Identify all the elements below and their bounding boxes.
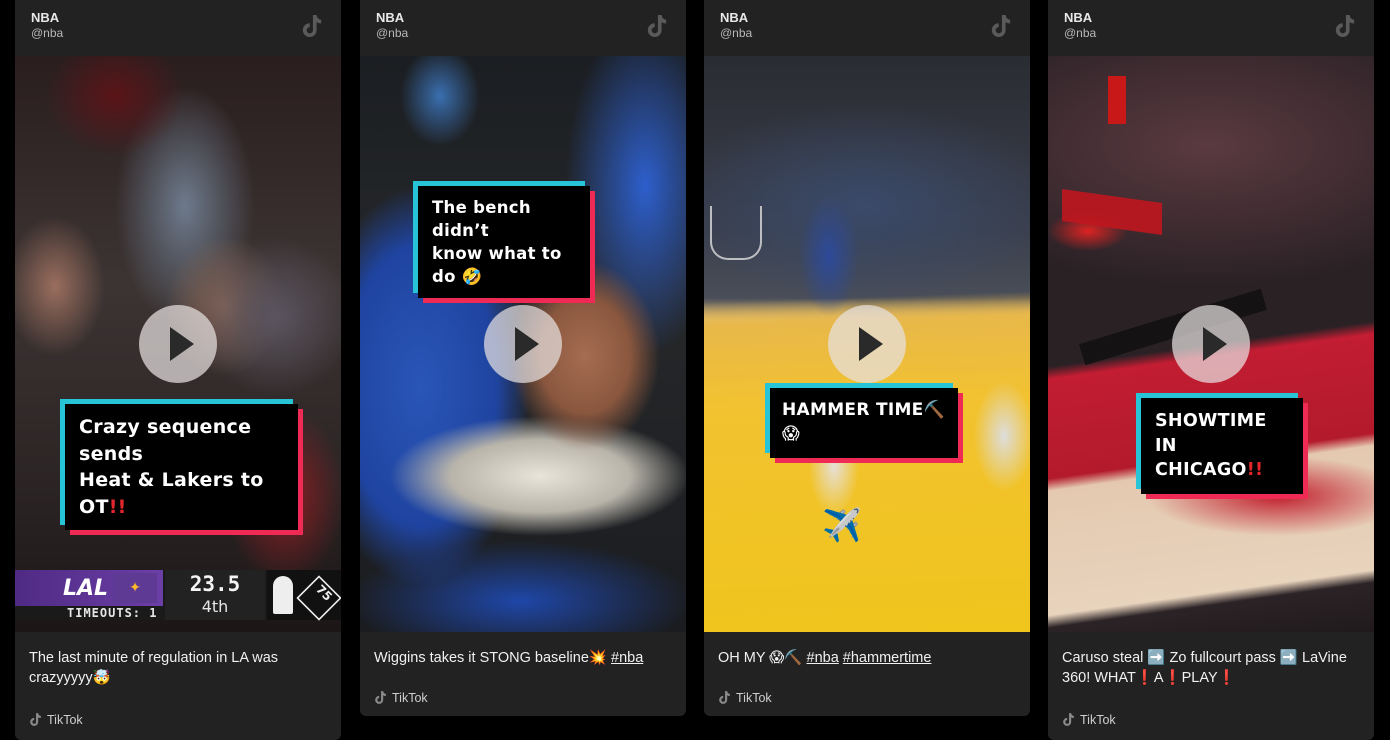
source-link[interactable]: TikTok xyxy=(29,712,83,727)
author-handle[interactable]: @nba xyxy=(720,26,752,40)
basketball-hoop xyxy=(710,206,762,260)
nba-75-logo-icon xyxy=(273,576,293,614)
video-caption: Wiggins takes it STONG baseline💥 #nba xyxy=(374,650,644,666)
play-button[interactable] xyxy=(828,305,906,383)
lakers-logo-icon: ✦ xyxy=(113,573,157,603)
tiktok-logo-icon[interactable] xyxy=(301,13,323,39)
scoreboard: LAL ✦ TIMEOUTS: 1 23.5 4th 75 xyxy=(15,570,341,621)
caption-overlay: HAMMER TIME⛏️ 😱 xyxy=(770,388,958,458)
tiktok-logo-icon xyxy=(29,712,42,727)
card-header: NBA @nba xyxy=(1048,0,1374,56)
hashtag-link[interactable]: #nba xyxy=(807,650,839,666)
author-handle[interactable]: @nba xyxy=(31,26,63,40)
author-name[interactable]: NBA xyxy=(1064,10,1092,25)
tiktok-logo-icon xyxy=(718,690,731,705)
video-caption: Caruso steal ➡️ Zo fullcourt pass ➡️ LaV… xyxy=(1062,650,1347,686)
video-player[interactable]: 112 - 112 Crazy sequence sends Heat & La… xyxy=(15,56,341,632)
video-player[interactable]: The bench didn’t know what to do 🤣 xyxy=(360,56,686,632)
video-caption: OH MY 😱⛏️ #nba #hammertime xyxy=(718,650,932,666)
game-period: 4th xyxy=(201,597,229,616)
tiktok-logo-icon xyxy=(1062,712,1075,727)
source-link[interactable]: TikTok xyxy=(374,690,428,705)
source-link[interactable]: TikTok xyxy=(718,690,772,705)
author-name[interactable]: NBA xyxy=(720,10,748,25)
author-name[interactable]: NBA xyxy=(376,10,404,25)
game-clock: 23.5 xyxy=(189,572,241,596)
play-button[interactable] xyxy=(1172,305,1250,383)
author-handle[interactable]: @nba xyxy=(376,26,408,40)
tiktok-logo-icon[interactable] xyxy=(990,13,1012,39)
card-header: NBA @nba xyxy=(360,0,686,56)
caption-overlay: Crazy sequence sends Heat & Lakers to OT… xyxy=(65,404,298,531)
shot-clock xyxy=(1108,76,1126,124)
caption-overlay: SHOWTIME IN CHICAGO!! xyxy=(1141,398,1303,494)
timeouts-label: TIMEOUTS: 1 xyxy=(67,606,158,620)
source-link[interactable]: TikTok xyxy=(1062,712,1116,727)
video-caption: The last minute of regulation in LA was … xyxy=(29,650,279,686)
video-card[interactable]: NBA @nba 112 - 112 Crazy sequence sends … xyxy=(15,0,341,740)
hashtag-link[interactable]: #hammertime xyxy=(843,650,932,666)
video-card[interactable]: NBA @nba HAMMER TIME⛏️ 😱 ✈️ OH MY 😱⛏️ #n… xyxy=(704,0,1030,716)
video-card[interactable]: NBA @nba The bench didn’t know what to d… xyxy=(360,0,686,716)
tiktok-logo-icon[interactable] xyxy=(646,13,668,39)
author-name[interactable]: NBA xyxy=(31,10,59,25)
play-button[interactable] xyxy=(139,305,217,383)
video-card[interactable]: NBA @nba SHOWTIME IN CHICAGO!! Caruso st… xyxy=(1048,0,1374,740)
author-handle[interactable]: @nba xyxy=(1064,26,1096,40)
hashtag-link[interactable]: #nba xyxy=(611,650,643,666)
video-player[interactable]: HAMMER TIME⛏️ 😱 ✈️ xyxy=(704,56,1030,632)
team-label: LAL xyxy=(63,576,109,601)
play-button[interactable] xyxy=(484,305,562,383)
tiktok-logo-icon[interactable] xyxy=(1334,13,1356,39)
card-header: NBA @nba xyxy=(15,0,341,56)
video-player[interactable]: SHOWTIME IN CHICAGO!! xyxy=(1048,56,1374,632)
card-header: NBA @nba xyxy=(704,0,1030,56)
airplane-sticker: ✈️ xyxy=(822,507,862,543)
caption-overlay: The bench didn’t know what to do 🤣 xyxy=(418,186,590,299)
tiktok-logo-icon xyxy=(374,690,387,705)
